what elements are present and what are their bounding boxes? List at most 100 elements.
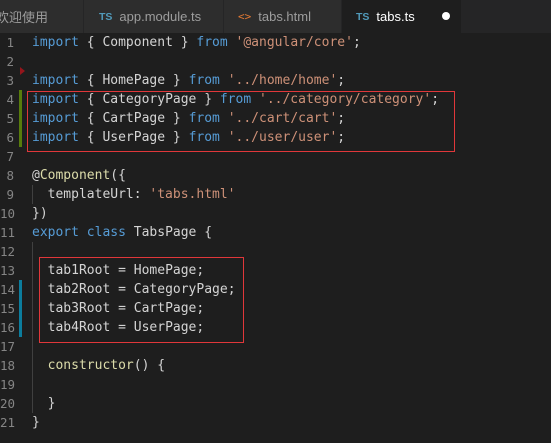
code-line[interactable]: 19 — [0, 375, 551, 394]
code-line[interactable]: 9 templateUrl: 'tabs.html' — [0, 185, 551, 204]
line-number: 2 — [6, 54, 14, 69]
code-text: templateUrl: 'tabs.html' — [32, 185, 236, 204]
gutter-added-marker[interactable] — [19, 90, 22, 109]
indent-guide — [32, 242, 33, 413]
tab-label: 欢迎使用 — [0, 10, 49, 25]
code-token: import — [32, 73, 79, 88]
line-number: 6 — [6, 130, 14, 145]
gutter-modified-marker[interactable] — [19, 280, 22, 299]
code-token: { — [196, 225, 213, 240]
code-token: '@angular/core' — [235, 35, 353, 50]
code-text: }) — [32, 204, 48, 223]
line-number: 8 — [6, 168, 14, 183]
gutter-modified-marker[interactable] — [19, 318, 22, 337]
highlight-box-imports — [27, 91, 455, 152]
code-line[interactable]: 11 export class TabsPage { — [0, 223, 551, 242]
code-token: } — [32, 396, 56, 411]
code-line[interactable]: 21} — [0, 413, 551, 432]
typescript-file-icon: TS — [356, 10, 370, 23]
code-token: import — [32, 35, 79, 50]
tab-label: tabs.ts — [376, 9, 415, 24]
code-token: constructor — [47, 358, 134, 373]
code-token: () { — [133, 358, 166, 373]
gutter-added-marker[interactable] — [19, 109, 22, 128]
tab-bar-empty — [462, 0, 551, 33]
code-token: }) — [32, 206, 48, 221]
tab-label: tabs.html — [258, 9, 311, 24]
line-number: 10 — [0, 206, 16, 221]
code-token: : — [133, 187, 150, 202]
typescript-file-icon: TS — [99, 10, 113, 23]
code-token: Component — [102, 35, 173, 50]
code-line[interactable]: 2 — [0, 52, 551, 71]
code-token: '../home/home' — [227, 73, 338, 88]
code-text: export class TabsPage { — [32, 223, 212, 242]
line-number: 9 — [6, 187, 14, 202]
code-token: 'tabs.html' — [149, 187, 236, 202]
code-line[interactable]: 3 import { HomePage } from '../home/home'… — [0, 67, 551, 90]
line-number: 14 — [0, 282, 16, 297]
code-token: from — [188, 73, 220, 88]
code-text: import { Component } from '@angular/core… — [32, 33, 361, 52]
code-token: } — [172, 35, 197, 50]
code-line[interactable]: 18 constructor() { — [0, 356, 551, 375]
line-number: 7 — [6, 149, 14, 164]
line-number: 4 — [6, 92, 14, 107]
tab-app-module-ts[interactable]: TS app.module.ts — [84, 0, 224, 33]
code-token: TabsPage — [133, 225, 197, 240]
line-number: 1 — [6, 35, 14, 50]
code-token: { — [78, 35, 103, 50]
code-line[interactable]: 20 } — [0, 394, 551, 413]
code-text: constructor() { — [32, 356, 165, 375]
code-text: import { HomePage } from '../home/home'; — [32, 71, 345, 90]
code-text: } — [32, 413, 40, 432]
code-token: HomePage — [102, 73, 166, 88]
code-token: @ — [32, 168, 40, 183]
highlight-box-tab-roots — [39, 257, 244, 343]
code-token: ({ — [110, 168, 126, 183]
tab-tabs-html[interactable]: <> tabs.html — [224, 0, 342, 33]
code-line[interactable]: 1 import { Component } from '@angular/cor… — [0, 33, 551, 52]
line-number: 19 — [0, 377, 16, 392]
line-number: 3 — [6, 73, 14, 88]
code-token: Component — [39, 168, 111, 183]
gutter-modified-marker[interactable] — [19, 299, 22, 318]
code-token: export — [32, 225, 79, 240]
line-number: 17 — [0, 339, 16, 354]
code-token: ; — [352, 35, 361, 50]
line-number: 16 — [0, 320, 16, 335]
code-line[interactable]: 10}) — [0, 204, 551, 223]
line-number: 15 — [0, 301, 16, 316]
code-token: from — [196, 35, 228, 50]
tab-welcome[interactable]: 欢迎使用 — [0, 0, 84, 33]
editor-tab-bar: 欢迎使用 TS app.module.ts <> tabs.html TS ta… — [0, 0, 551, 33]
tab-tabs-ts[interactable]: TS tabs.ts — [342, 0, 462, 33]
html-file-icon: <> — [238, 10, 252, 23]
code-token: templateUrl — [47, 187, 134, 202]
code-text: } — [32, 394, 56, 413]
gutter-added-marker[interactable] — [19, 128, 22, 147]
line-number: 13 — [0, 263, 16, 278]
code-token: } — [32, 415, 40, 430]
line-number: 21 — [0, 415, 16, 430]
code-text: @Component({ — [32, 166, 126, 185]
code-line[interactable]: 8 @Component({ — [0, 166, 551, 185]
indent-guide — [32, 185, 33, 204]
line-number: 18 — [0, 358, 16, 373]
code-token: { — [78, 73, 103, 88]
tab-label: app.module.ts — [119, 9, 202, 24]
line-number: 12 — [0, 244, 16, 259]
line-number: 20 — [0, 396, 16, 411]
line-number: 5 — [6, 111, 14, 126]
code-token: class — [86, 225, 126, 240]
gutter-deleted-marker-icon[interactable] — [20, 67, 25, 75]
code-token: } — [165, 73, 189, 88]
unsaved-dot-icon[interactable] — [442, 12, 450, 20]
code-token: ; — [337, 73, 346, 88]
